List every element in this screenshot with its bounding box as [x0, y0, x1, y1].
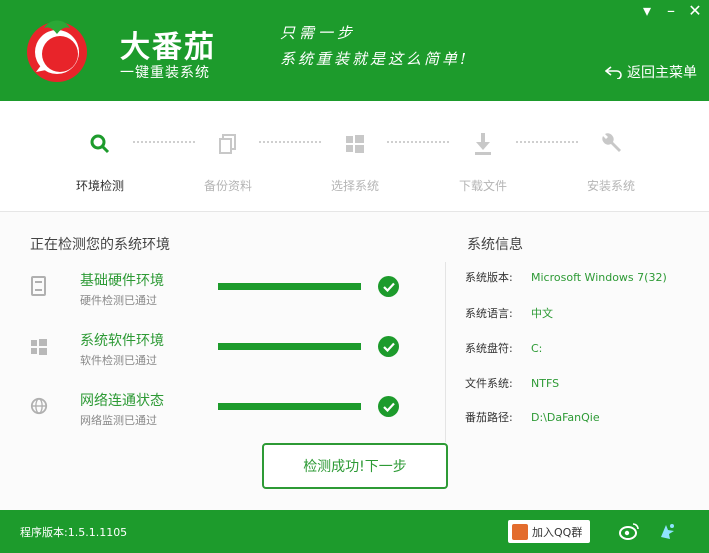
step-connector — [133, 141, 195, 143]
status-bar: 程序版本:1.5.1.1105 加入QQ群 — [0, 510, 709, 553]
sysinfo-value: C: — [531, 342, 543, 355]
check-item-status: 软件检测已通过 — [80, 354, 157, 367]
step-connector — [259, 141, 321, 143]
slogan-line-1: 只需一步 — [280, 24, 357, 42]
check-mark-icon — [378, 276, 399, 297]
sysinfo-value: NTFS — [531, 377, 560, 390]
step-label-backup: 备份资料 — [203, 179, 252, 193]
sysinfo-label: 文件系统: — [465, 377, 513, 390]
check-item-hardware: 基础硬件环境 硬件检测已通过 — [30, 270, 430, 314]
back-to-menu-label: 返回主菜单 — [627, 65, 697, 81]
sysinfo-row-filesystem: 文件系统: NTFS — [465, 375, 559, 391]
step-label-select-system: 选择系统 — [330, 179, 379, 193]
app-name: 大番茄 — [120, 30, 216, 65]
globe-icon — [30, 397, 48, 415]
join-qq-group-label: 加入QQ群 — [532, 525, 583, 539]
join-qq-group-button[interactable]: 加入QQ群 — [508, 520, 590, 543]
check-item-title: 网络连通状态 — [80, 393, 164, 409]
menu-dropdown-icon[interactable]: ▾ — [638, 2, 656, 20]
sysinfo-label: 系统版本: — [465, 271, 513, 284]
check-section-title: 正在检测您的系统环境 — [30, 237, 170, 253]
sysinfo-value: 中文 — [531, 307, 553, 320]
version-label: 程序版本:1.5.1.1105 — [20, 526, 128, 539]
step-label-download: 下载文件 — [458, 179, 507, 193]
sysinfo-row-drive: 系统盘符: C: — [465, 340, 542, 356]
next-step-button[interactable]: 检测成功!下一步 — [262, 443, 448, 489]
panel-divider — [445, 262, 446, 442]
sysinfo-value: Microsoft Windows 7(32) — [531, 271, 667, 284]
download-icon — [468, 129, 498, 159]
check-item-network: 网络连通状态 网络监测已通过 — [30, 390, 430, 434]
back-to-menu-button[interactable]: 返回主菜单 — [605, 62, 697, 82]
windows-icon — [340, 129, 370, 159]
qq-group-icon — [512, 523, 528, 540]
sysinfo-row-version: 系统版本: Microsoft Windows 7(32) — [465, 269, 667, 285]
step-indicator: 环境检测 备份资料 选择系统 下载文件 安装系统 — [0, 101, 709, 212]
back-arrow-icon — [605, 66, 622, 79]
sysinfo-label: 系统语言: — [465, 307, 513, 320]
hardware-icon — [31, 276, 46, 296]
sysinfo-label: 番茄路径: — [465, 411, 513, 424]
step-connector — [516, 141, 578, 143]
progress-bar — [218, 343, 361, 350]
qzone-icon[interactable] — [656, 520, 678, 542]
app-subtitle: 一键重装系统 — [120, 65, 210, 81]
check-item-status: 硬件检测已通过 — [80, 294, 157, 307]
search-icon — [85, 129, 115, 159]
check-item-title: 系统软件环境 — [80, 333, 164, 349]
close-button[interactable]: ✕ — [686, 2, 704, 20]
minimize-button[interactable]: – — [662, 2, 680, 20]
step-label-install: 安装系统 — [586, 179, 635, 193]
sysinfo-row-language: 系统语言: 中文 — [465, 305, 553, 321]
progress-bar — [218, 403, 361, 410]
sysinfo-title: 系统信息 — [467, 237, 523, 253]
check-item-status: 网络监测已通过 — [80, 414, 157, 427]
progress-bar — [218, 283, 361, 290]
windows-icon — [31, 339, 47, 355]
sysinfo-row-path: 番茄路径: D:\DaFanQie — [465, 409, 600, 425]
wrench-icon — [596, 129, 626, 159]
tomato-logo-icon — [27, 20, 87, 82]
sysinfo-label: 系统盘符: — [465, 342, 513, 355]
title-bar: 大番茄 一键重装系统 只需一步 系统重装就是这么简单! ▾ – ✕ 返回主菜单 — [0, 0, 709, 101]
step-connector — [387, 141, 449, 143]
check-mark-icon — [378, 336, 399, 357]
check-item-software: 系统软件环境 软件检测已通过 — [30, 330, 430, 374]
slogan-line-2: 系统重装就是这么简单! — [280, 50, 470, 68]
check-item-title: 基础硬件环境 — [80, 273, 164, 289]
check-mark-icon — [378, 396, 399, 417]
step-label-environment: 环境检测 — [75, 179, 124, 193]
copy-icon — [213, 129, 243, 159]
sysinfo-value: D:\DaFanQie — [531, 411, 600, 424]
weibo-icon[interactable] — [618, 520, 640, 542]
